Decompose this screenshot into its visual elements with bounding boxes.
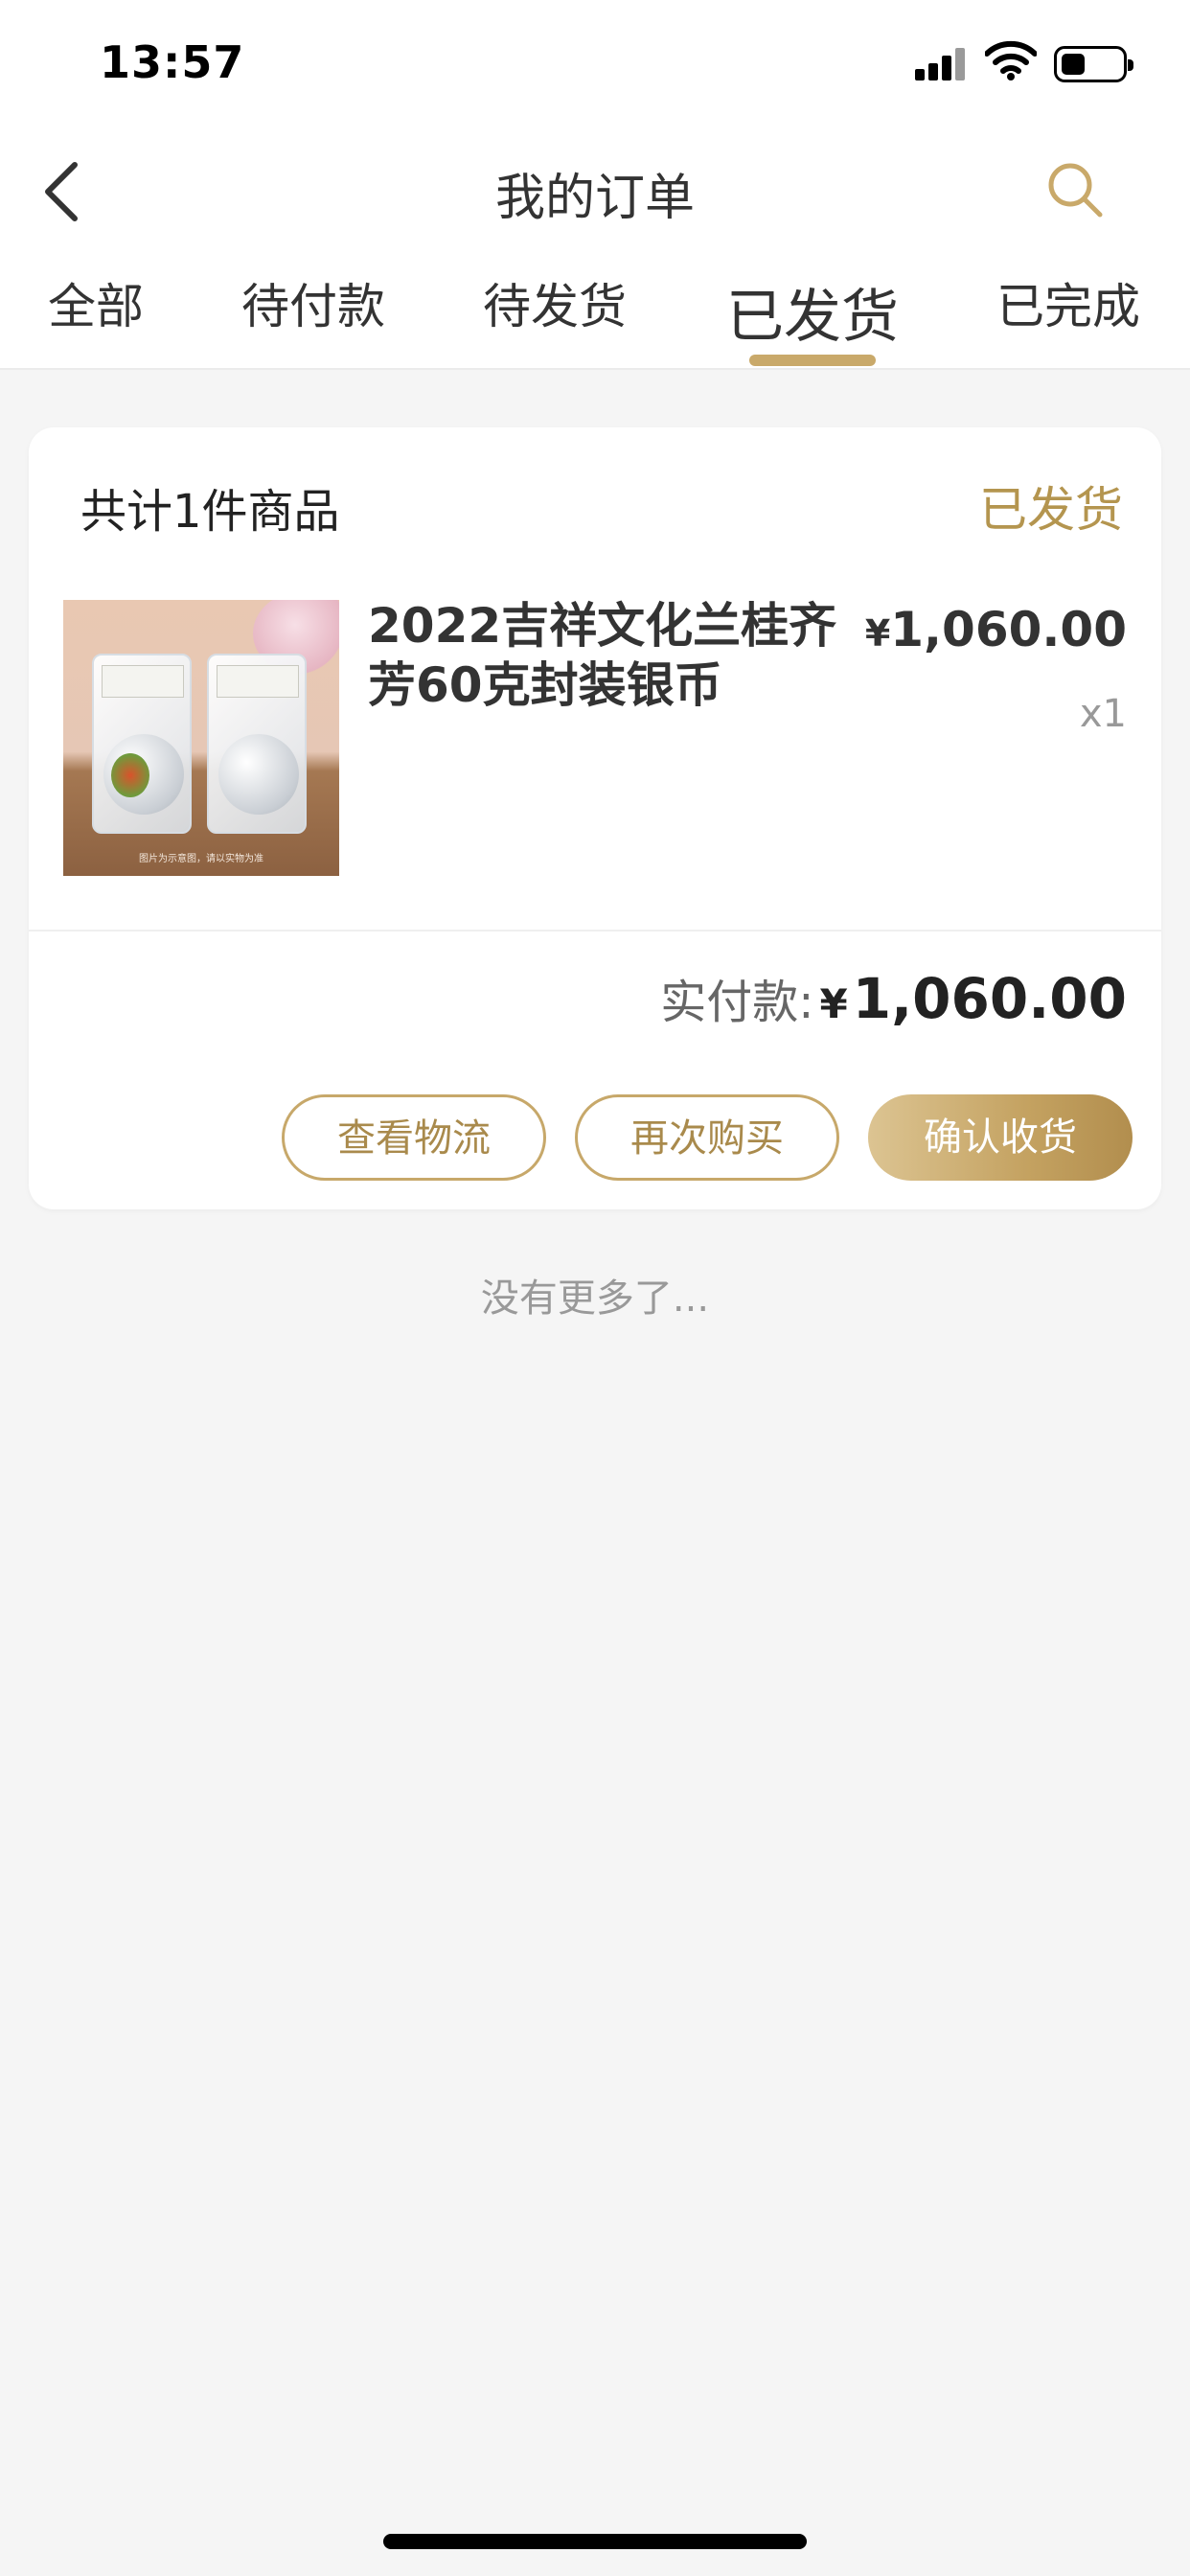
status-time: 13:57 xyxy=(100,36,245,88)
tab-shipped[interactable]: 已发货 xyxy=(726,270,899,354)
paid-label: 实付款: xyxy=(660,976,814,1029)
wifi-icon xyxy=(985,40,1037,80)
search-icon[interactable] xyxy=(1044,159,1106,220)
paid-amount: 1,060.00 xyxy=(852,966,1127,1031)
tab-completed[interactable]: 已完成 xyxy=(996,268,1140,337)
signal-icon xyxy=(915,46,969,80)
paid-amount-row: 实付款: ¥ 1,060.00 xyxy=(660,964,1127,1031)
page-title: 我的订单 xyxy=(494,170,695,227)
price-value: 1,060.00 xyxy=(890,602,1127,657)
top-section: 13:57 我的订单 全部 待付款 待发货 已发货 已完成 xyxy=(0,0,1190,370)
no-more-text: 没有更多了... xyxy=(480,1276,710,1321)
tab-pending-shipment[interactable]: 待发货 xyxy=(483,268,627,337)
product-price: ¥1,060.00 xyxy=(865,602,1127,657)
battery-icon xyxy=(1054,46,1133,82)
product-image-caption: 图片为示意图，请以实物为准 xyxy=(139,854,263,864)
order-item-count: 共计1件商品 xyxy=(80,485,340,539)
view-logistics-button[interactable]: 查看物流 xyxy=(282,1094,546,1181)
product-name[interactable]: 2022吉祥文化兰桂齐芳60克封装银币 xyxy=(368,596,866,715)
price-currency: ¥ xyxy=(864,612,891,655)
tab-all[interactable]: 全部 xyxy=(48,268,144,337)
paid-currency: ¥ xyxy=(819,980,848,1027)
buy-again-button[interactable]: 再次购买 xyxy=(575,1094,839,1181)
active-tab-indicator xyxy=(749,355,876,366)
product-quantity: x1 xyxy=(1079,692,1127,736)
confirm-receipt-button[interactable]: 确认收货 xyxy=(868,1094,1133,1181)
card-divider xyxy=(29,930,1161,932)
product-image[interactable]: 图片为示意图，请以实物为准 xyxy=(63,600,339,876)
home-indicator[interactable] xyxy=(383,2534,807,2549)
order-card[interactable]: 共计1件商品 已发货 图片为示意图，请以实物为准 2022吉祥文化兰桂齐芳60克… xyxy=(29,427,1161,1209)
tab-pending-payment[interactable]: 待付款 xyxy=(241,268,385,337)
order-status: 已发货 xyxy=(979,482,1123,538)
